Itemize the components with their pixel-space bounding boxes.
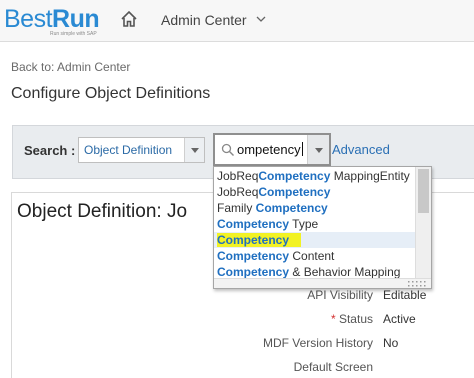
caret-down-icon (315, 148, 323, 153)
suggestion-item[interactable]: Competency Content (214, 248, 415, 264)
status-label: Status (338, 312, 373, 326)
suggestion-item[interactable]: Competency Type (214, 216, 415, 232)
text-cursor (301, 142, 303, 156)
shell-bar: BestRun Run simple with SAP Admin Center (0, 0, 474, 42)
search-suggestions-dropdown: JobReqCompetency MappingEntity JobReqCom… (213, 166, 432, 289)
search-icon (221, 143, 234, 156)
object-type-dropdown-button[interactable] (184, 138, 204, 162)
scrollbar-thumb[interactable] (418, 169, 429, 213)
object-type-value: Object Definition (84, 143, 173, 157)
search-label: Search : (24, 143, 76, 158)
resize-grip-icon[interactable] (407, 280, 429, 288)
back-to-admin-center-link[interactable]: Back to: Admin Center (11, 60, 130, 74)
chevron-down-icon[interactable] (256, 16, 266, 23)
property-label-status: * Status (173, 312, 373, 326)
caret-down-icon (191, 148, 199, 153)
required-asterisk: * (330, 312, 339, 326)
object-definition-title: Object Definition: Jo (17, 201, 188, 222)
logo-run: Run (52, 5, 100, 33)
property-value-status: Active (383, 312, 416, 326)
search-dropdown-button[interactable] (307, 135, 329, 164)
logo-tagline: Run simple with SAP (50, 31, 97, 37)
suggestion-item[interactable]: Family Competency (214, 200, 415, 216)
bestrun-logo[interactable]: BestRun Run simple with SAP (4, 6, 104, 38)
property-value-api-visibility: Editable (383, 288, 427, 302)
suggestion-item[interactable]: JobReqCompetency MappingEntity (214, 168, 415, 184)
dropdown-footer (214, 278, 431, 288)
advanced-search-link[interactable]: Advanced (332, 142, 390, 157)
property-label-api-visibility: API Visibility (307, 288, 373, 302)
property-label-mdf-version-history: MDF Version History (262, 336, 373, 350)
search-input[interactable]: ompetency (213, 133, 331, 166)
logo-best: Best (4, 5, 53, 33)
property-label-default-screen: Default Screen (293, 360, 373, 374)
page-title: Configure Object Definitions (11, 85, 211, 102)
suggestions-scrollbar[interactable] (415, 167, 431, 278)
search-query: ompetency (237, 142, 301, 157)
home-icon[interactable] (120, 10, 138, 28)
suggestion-item-selected[interactable]: Competency (214, 232, 415, 248)
object-type-select[interactable]: Object Definition (78, 137, 205, 163)
property-value-mdf-version-history: No (383, 336, 399, 350)
suggestion-item[interactable]: JobReqCompetency (214, 184, 415, 200)
nav-admin-center[interactable]: Admin Center (161, 12, 247, 28)
